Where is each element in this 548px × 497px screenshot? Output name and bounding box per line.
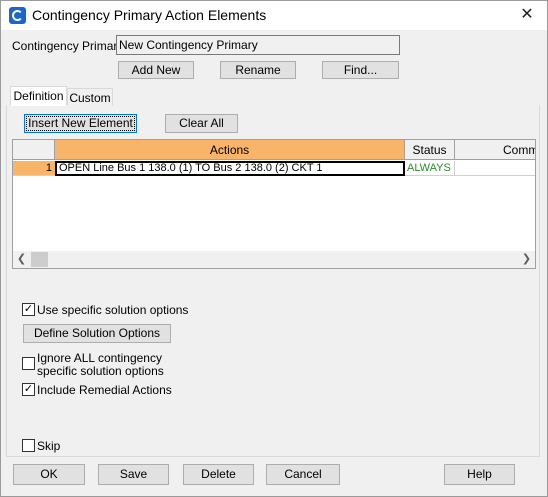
ignore-all-options-checkbox[interactable] <box>22 357 35 370</box>
delete-button[interactable]: Delete <box>183 464 254 485</box>
tab-definition[interactable]: Definition <box>10 86 67 106</box>
contingency-name-field[interactable]: New Contingency Primary <box>116 35 400 55</box>
add-new-button[interactable]: Add New <box>118 61 194 79</box>
actions-grid[interactable]: Actions Status Comm 1 OPEN Line Bus 1 13… <box>12 139 536 269</box>
ignore-all-options-label-line2: specific solution options <box>37 364 164 378</box>
action-cell[interactable]: OPEN Line Bus 1 138.0 (1) TO Bus 2 138.0… <box>55 161 405 176</box>
save-button[interactable]: Save <box>98 464 169 485</box>
define-solution-options-button[interactable]: Define Solution Options <box>23 324 171 343</box>
row-index: 1 <box>13 161 55 176</box>
use-specific-options-label: Use specific solution options <box>37 303 189 317</box>
scroll-right-icon[interactable]: ❯ <box>518 251 535 268</box>
tab-custom[interactable]: Custom <box>67 88 113 106</box>
dialog-window: Contingency Primary Action Elements ✕ Co… <box>0 0 548 497</box>
scroll-thumb[interactable] <box>31 252 48 267</box>
find-button[interactable]: Find... <box>322 61 399 79</box>
window-title: Contingency Primary Action Elements <box>32 7 267 23</box>
column-header-comment[interactable]: Comm <box>455 140 535 160</box>
scroll-left-icon[interactable]: ❮ <box>13 251 30 268</box>
comment-cell[interactable] <box>455 161 535 176</box>
ignore-all-options-label-line1: Ignore ALL contingency <box>37 351 162 365</box>
cancel-button[interactable]: Cancel <box>266 464 340 485</box>
title-bar: Contingency Primary Action Elements ✕ <box>1 1 547 30</box>
clear-all-button[interactable]: Clear All <box>165 114 238 133</box>
insert-new-element-button[interactable]: Insert New Element <box>24 114 137 133</box>
horizontal-scrollbar[interactable]: ❮ ❯ <box>13 251 535 268</box>
app-logo-icon <box>9 7 26 24</box>
include-remedial-actions-label: Include Remedial Actions <box>37 383 172 397</box>
ok-button[interactable]: OK <box>13 464 85 485</box>
status-cell[interactable]: ALWAYS <box>405 161 455 176</box>
rename-button[interactable]: Rename <box>220 61 296 79</box>
row-header-corner <box>13 140 55 160</box>
column-header-status[interactable]: Status <box>405 140 455 160</box>
skip-label: Skip <box>37 439 61 453</box>
include-remedial-actions-checkbox[interactable]: ✓ <box>22 383 35 396</box>
help-button[interactable]: Help <box>444 464 515 485</box>
skip-checkbox[interactable] <box>22 439 35 452</box>
use-specific-options-checkbox[interactable]: ✓ <box>22 303 35 316</box>
close-icon[interactable]: ✕ <box>517 5 537 25</box>
column-header-actions[interactable]: Actions <box>55 140 405 160</box>
contingency-name-label: Contingency Primary <box>12 39 124 53</box>
